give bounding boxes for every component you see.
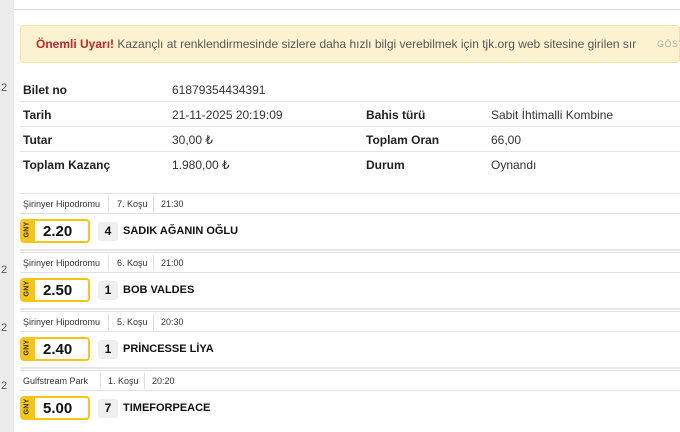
tutar-value: 30,00 ₺ bbox=[172, 133, 213, 147]
race-track: Şirinyer Hipodromu bbox=[23, 317, 101, 327]
race-number: 6. Koşu bbox=[117, 258, 148, 268]
horse-name: BOB VALDES bbox=[123, 284, 195, 296]
bet-type-label: GNY bbox=[23, 339, 31, 356]
alert-body: Kazançlı at renklendirmesinde sizlere da… bbox=[114, 37, 636, 51]
odds-box: GNY 5.00 bbox=[20, 396, 90, 420]
race-number: 7. Koşu bbox=[117, 199, 148, 209]
divider bbox=[108, 314, 109, 330]
race-time: 20:20 bbox=[152, 376, 175, 386]
race-time: 20:30 bbox=[161, 317, 184, 327]
divider bbox=[153, 255, 154, 271]
alert-title: Önemli Uyarı! bbox=[36, 37, 115, 51]
tutar-label: Tutar bbox=[23, 133, 53, 147]
toplam-kazanc-label: Toplam Kazanç bbox=[23, 158, 111, 172]
alert-show-button[interactable]: GÖSTER bbox=[657, 39, 680, 49]
odds-box: GNY 2.20 bbox=[20, 219, 90, 243]
divider bbox=[108, 255, 109, 271]
toplam-kazanc-value: 1.980,00 ₺ bbox=[172, 158, 230, 172]
race-track: Şirinyer Hipodromu bbox=[23, 199, 101, 209]
bet-type-tag: GNY bbox=[22, 398, 35, 418]
strip-char: 2 bbox=[1, 264, 8, 276]
race-pick: GNY 2.50 1 BOB VALDES bbox=[20, 273, 680, 310]
durum-label: Durum bbox=[366, 158, 405, 172]
race-number: 1. Koşu bbox=[108, 376, 139, 386]
race-track: Gulfstream Park bbox=[23, 376, 89, 386]
alert-message: Önemli Uyarı! Kazançlı at renklendirmesi… bbox=[36, 37, 636, 51]
bahis-turu-label: Bahis türü bbox=[366, 108, 426, 122]
tarih-value: 21-11-2025 20:19:09 bbox=[172, 108, 283, 122]
important-warning-alert: Önemli Uyarı! Kazançlı at renklendirmesi… bbox=[20, 25, 680, 63]
ticket-row-tarih: Tarih 21-11-2025 20:19:09 Bahis türü Sab… bbox=[20, 102, 680, 127]
divider bbox=[153, 314, 154, 330]
race-pick: GNY 2.40 1 PRİNCESSE LİYA bbox=[20, 332, 680, 369]
race-header: Şirinyer Hipodromu 5. Koşu 20:30 bbox=[20, 311, 680, 332]
race-time: 21:00 bbox=[161, 258, 184, 268]
odds-value: 5.00 bbox=[43, 400, 73, 417]
divider bbox=[153, 196, 154, 212]
horse-name: PRİNCESSE LİYA bbox=[123, 343, 214, 355]
divider bbox=[108, 196, 109, 212]
bilet-no-label: Bilet no bbox=[23, 83, 67, 97]
race-selection: Şirinyer Hipodromu 5. Koşu 20:30 GNY 2.4… bbox=[20, 311, 680, 369]
ticket-row-bilet-no: Bilet no 61879354434391 bbox=[20, 77, 680, 102]
race-header: Şirinyer Hipodromu 6. Koşu 21:00 bbox=[20, 252, 680, 273]
strip-char: 2 bbox=[1, 322, 8, 334]
strip-char: 2 bbox=[1, 82, 8, 94]
horse-number: 1 bbox=[98, 281, 118, 300]
toplam-oran-label: Toplam Oran bbox=[366, 133, 440, 147]
race-number: 5. Koşu bbox=[117, 317, 148, 327]
horse-number: 4 bbox=[98, 222, 118, 241]
race-header: Şirinyer Hipodromu 7. Koşu 21:30 bbox=[20, 193, 680, 214]
horse-number: 7 bbox=[98, 399, 118, 418]
bet-type-label: GNY bbox=[23, 398, 31, 415]
race-selection: Gulfstream Park 1. Koşu 20:20 GNY 5.00 7… bbox=[20, 370, 680, 428]
odds-box: GNY 2.50 bbox=[20, 278, 90, 302]
left-background-strip: 2 2 2 2 bbox=[0, 0, 15, 432]
bet-type-tag: GNY bbox=[22, 339, 35, 359]
durum-value: Oynandı bbox=[491, 158, 537, 172]
horse-name: TIMEFORPEACE bbox=[123, 402, 211, 414]
strip-char: 2 bbox=[1, 380, 8, 392]
race-pick: GNY 5.00 7 TIMEFORPEACE bbox=[20, 391, 680, 428]
ticket-row-toplam-kazanc: Toplam Kazanç 1.980,00 ₺ Durum Oynandı bbox=[20, 152, 680, 177]
divider bbox=[14, 9, 680, 10]
ticket-row-tutar: Tutar 30,00 ₺ Toplam Oran 66,00 bbox=[20, 127, 680, 152]
divider bbox=[100, 373, 101, 389]
tarih-label: Tarih bbox=[23, 108, 52, 122]
bet-type-tag: GNY bbox=[22, 221, 35, 241]
bilet-no-value: 61879354434391 bbox=[172, 83, 266, 97]
odds-value: 2.40 bbox=[43, 341, 73, 358]
odds-box: GNY 2.40 bbox=[20, 337, 90, 361]
race-track: Şirinyer Hipodromu bbox=[23, 258, 101, 268]
horse-number: 1 bbox=[98, 340, 118, 359]
toplam-oran-value: 66,00 bbox=[491, 133, 522, 147]
odds-value: 2.20 bbox=[43, 223, 73, 240]
race-selection: Şirinyer Hipodromu 6. Koşu 21:00 GNY 2.5… bbox=[20, 252, 680, 310]
race-pick: GNY 2.20 4 SADIK AĞANIN OĞLU bbox=[20, 214, 680, 251]
bet-type-label: GNY bbox=[23, 280, 31, 297]
bet-type-label: GNY bbox=[23, 221, 31, 238]
divider bbox=[144, 373, 145, 389]
odds-value: 2.50 bbox=[43, 282, 73, 299]
race-header: Gulfstream Park 1. Koşu 20:20 bbox=[20, 370, 680, 391]
ticket-detail-panel: Önemli Uyarı! Kazançlı at renklendirmesi… bbox=[14, 0, 680, 432]
race-selection: Şirinyer Hipodromu 7. Koşu 21:30 GNY 2.2… bbox=[20, 193, 680, 251]
bahis-turu-value: Sabit İhtimalli Kombine bbox=[491, 108, 614, 122]
race-time: 21:30 bbox=[161, 199, 184, 209]
horse-name: SADIK AĞANIN OĞLU bbox=[123, 225, 239, 237]
bet-type-tag: GNY bbox=[22, 280, 35, 300]
